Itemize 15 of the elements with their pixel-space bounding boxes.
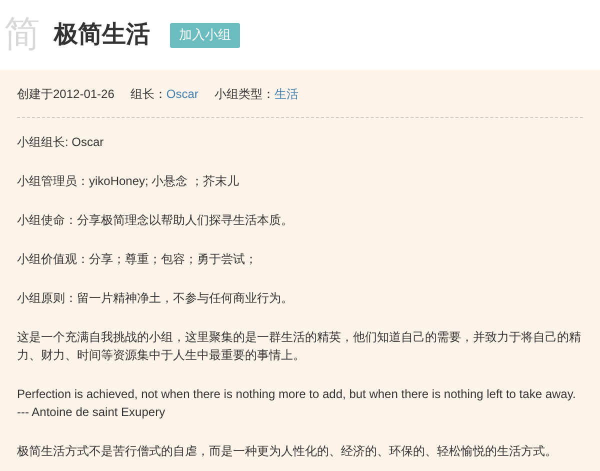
group-title: 极简生活 xyxy=(54,20,150,50)
paragraph: 小组组长: Oscar xyxy=(17,134,105,151)
type-label: 小组类型： xyxy=(214,86,274,102)
created-date: 创建于2012-01-26 xyxy=(17,86,114,102)
paragraph: 极简生活方式不是苦行僧式的自虐，而是一种更为人性化的、经济的、环保的、轻松愉悦的生活方式。 xyxy=(17,443,558,460)
paragraph: 小组原则：留一片精神净土，不参与任何商业行为。 xyxy=(17,290,294,307)
type-link[interactable]: 生活 xyxy=(274,84,298,102)
paragraph: 小组管理员：yikoHoney; 小悬念 ；芥末儿 xyxy=(17,173,240,190)
join-group-button[interactable]: 加入小组 xyxy=(170,22,240,48)
leader-label: 组长： xyxy=(130,86,166,102)
paragraph: 这是一个充满自我挑战的小组，这里聚集的是一群生活的精英，他们知道自己的需要，并致力于将自己的精力、财力、时间等资源集中于人生中最重要的事情上。 xyxy=(17,329,582,364)
leader-link[interactable]: Oscar xyxy=(166,84,198,102)
paragraph: Perfection is achieved, not when there is nothing more to add, but when there is nothing left to take away. --- Antoine de saint Exupery xyxy=(17,386,577,421)
paragraph: 小组使命：分享极简理念以帮助人们探寻生活本质。 xyxy=(17,212,294,229)
paragraph: 小组价值观：分享；尊重；包容；勇于尝试； xyxy=(17,251,258,268)
